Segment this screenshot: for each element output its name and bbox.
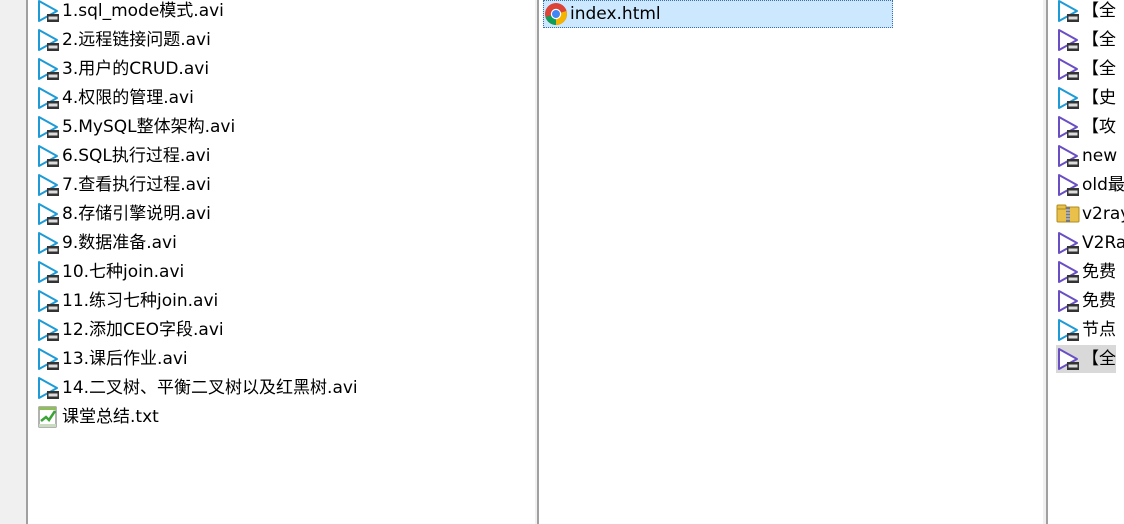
video-file-icon (38, 0, 59, 22)
file-item[interactable]: 13.课后作业.avi (36, 345, 188, 373)
file-name: 【全 (1082, 59, 1116, 79)
file-item[interactable]: 【史 (1056, 84, 1116, 112)
file-name: v2ray (1082, 204, 1124, 224)
left-file-pane[interactable]: 1.sql_mode模式.avi 2.远程链接问题.avi 3.用户的CRUD.av… (26, 0, 537, 524)
video-file-icon (1058, 290, 1079, 312)
video-file-icon (38, 261, 59, 283)
file-name: 4.权限的管理.avi (62, 88, 194, 108)
file-item[interactable]: 9.数据准备.avi (36, 229, 177, 257)
file-name: 13.课后作业.avi (62, 349, 188, 369)
file-name: 【全 (1082, 1, 1116, 21)
video-file-icon (38, 87, 59, 109)
file-item[interactable]: 【全 (1056, 55, 1116, 83)
file-name: 1.sql_mode模式.avi (62, 1, 224, 21)
file-item[interactable]: 6.SQL执行过程.avi (36, 142, 210, 170)
text-file-icon (38, 406, 57, 428)
video-file-icon (38, 290, 59, 312)
file-item[interactable]: V2Ra (1056, 229, 1124, 257)
video-file-icon (38, 116, 59, 138)
file-name: 2.远程链接问题.avi (62, 30, 211, 50)
file-name: 免费 (1082, 262, 1116, 282)
video-file-icon (1058, 261, 1079, 283)
file-item[interactable]: 节点 (1056, 316, 1116, 344)
file-item[interactable]: 【全 (1056, 345, 1116, 373)
file-name: 【全 (1082, 349, 1116, 369)
file-name: 7.查看执行过程.avi (62, 175, 211, 195)
video-file-icon (1058, 232, 1079, 254)
file-item[interactable]: old最 (1056, 171, 1124, 199)
file-item[interactable]: 课堂总结.txt (36, 403, 159, 431)
video-file-icon (1058, 58, 1079, 80)
file-name: V2Ra (1082, 233, 1124, 253)
file-item[interactable]: 8.存储引擎说明.avi (36, 200, 211, 228)
file-item[interactable]: 3.用户的CRUD.avi (36, 55, 209, 83)
video-file-icon (38, 377, 59, 399)
video-file-icon (38, 29, 59, 51)
file-name: 【攻 (1082, 117, 1116, 137)
file-item[interactable]: index.html (543, 0, 893, 28)
file-item[interactable]: v2ray (1056, 200, 1124, 228)
file-name: old最 (1082, 175, 1124, 195)
video-file-icon (1058, 348, 1079, 370)
file-name: 节点 (1082, 320, 1116, 340)
video-file-icon (1058, 319, 1079, 341)
file-item[interactable]: 免费 (1056, 287, 1116, 315)
file-name: 5.MySQL整体架构.avi (62, 117, 236, 137)
video-file-icon (38, 174, 59, 196)
video-file-icon (1058, 174, 1079, 196)
file-item[interactable]: 12.添加CEO字段.avi (36, 316, 224, 344)
file-item[interactable]: 【全 (1056, 0, 1116, 25)
video-file-icon (1058, 29, 1079, 51)
file-name: 【全 (1082, 30, 1116, 50)
file-name: 6.SQL执行过程.avi (62, 146, 211, 166)
video-file-icon (1058, 0, 1079, 22)
video-file-icon (38, 58, 59, 80)
file-item[interactable]: 免费 (1056, 258, 1116, 286)
archive-folder-icon (1056, 204, 1080, 223)
video-file-icon (38, 145, 59, 167)
video-file-icon (1058, 87, 1079, 109)
file-item[interactable]: 5.MySQL整体架构.avi (36, 113, 235, 141)
file-name: 3.用户的CRUD.avi (62, 59, 210, 79)
middle-file-pane[interactable]: index.html (537, 0, 1045, 524)
file-name: 11.练习七种join.avi (62, 291, 219, 311)
file-item[interactable]: 【全 (1056, 26, 1116, 54)
file-name: 9.数据准备.avi (62, 233, 177, 253)
file-item[interactable]: new (1056, 142, 1117, 170)
file-item[interactable]: 7.查看执行过程.avi (36, 171, 211, 199)
file-item[interactable]: 【攻 (1056, 113, 1116, 141)
video-file-icon (38, 203, 59, 225)
file-name: index.html (570, 4, 661, 24)
file-name: 8.存储引擎说明.avi (62, 204, 211, 224)
video-file-icon (1058, 116, 1079, 138)
video-file-icon (38, 348, 59, 370)
video-file-icon (1058, 145, 1079, 167)
right-file-pane[interactable]: 【全【全【全【史【攻newold最v2rayV2Ra免费免费节点【全 (1046, 0, 1124, 524)
file-item[interactable]: 10.七种join.avi (36, 258, 184, 286)
chrome-html-icon (545, 3, 567, 25)
file-item[interactable]: 14.二叉树、平衡二叉树以及红黑树.avi (36, 374, 358, 402)
file-name: 课堂总结.txt (62, 407, 159, 427)
file-name: 14.二叉树、平衡二叉树以及红黑树.avi (62, 378, 358, 398)
file-item[interactable]: 1.sql_mode模式.avi (36, 0, 224, 25)
file-name: 免费 (1082, 291, 1116, 311)
video-file-icon (38, 319, 59, 341)
video-file-icon (38, 232, 59, 254)
file-item[interactable]: 2.远程链接问题.avi (36, 26, 211, 54)
file-item[interactable]: 4.权限的管理.avi (36, 84, 194, 112)
file-item[interactable]: 11.练习七种join.avi (36, 287, 218, 315)
file-name: new (1082, 146, 1118, 166)
file-name: 10.七种join.avi (62, 262, 185, 282)
file-name: 12.添加CEO字段.avi (62, 320, 224, 340)
file-name: 【史 (1082, 88, 1116, 108)
